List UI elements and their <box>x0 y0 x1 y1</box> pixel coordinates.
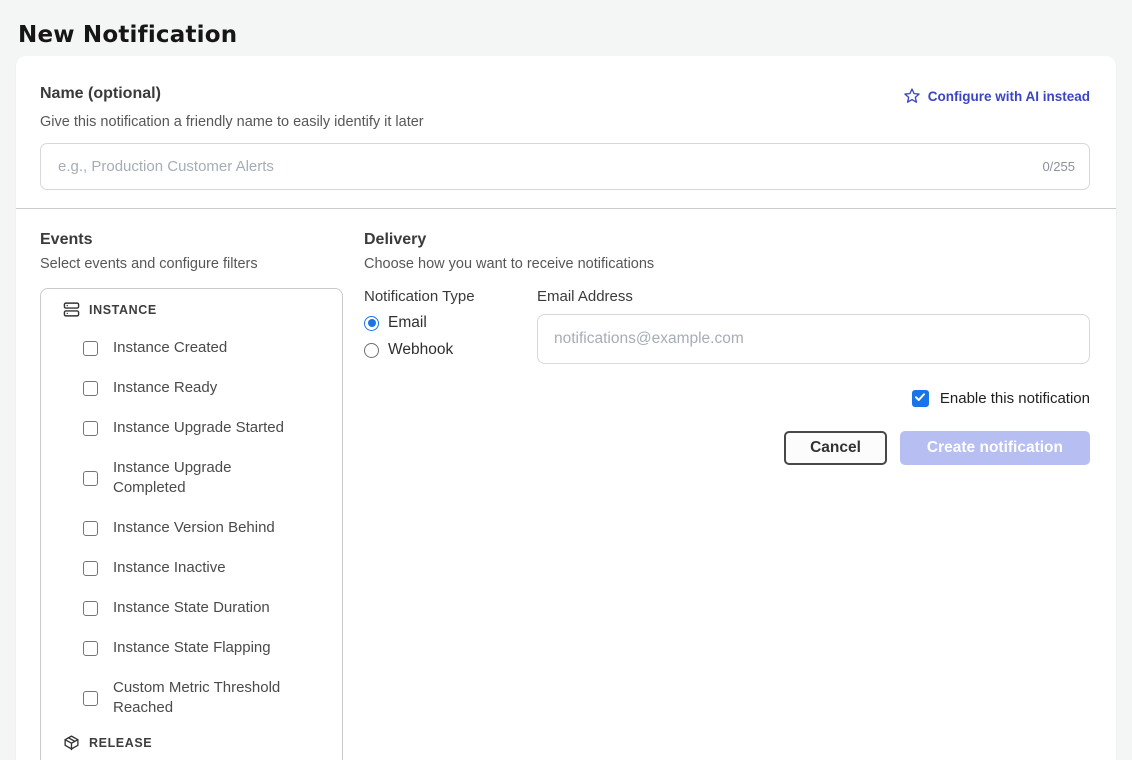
name-input-box: 0/255 <box>40 143 1090 190</box>
checkmark-icon <box>914 390 926 408</box>
event-checkbox[interactable] <box>83 381 98 396</box>
event-label: Instance Version Behind <box>113 518 298 538</box>
enable-checkbox[interactable] <box>912 390 929 407</box>
event-label: Instance Upgrade Completed <box>113 458 298 498</box>
name-section: Name (optional) Configure with AI instea… <box>16 56 1116 208</box>
event-checkbox-item[interactable]: Instance Created <box>83 338 332 358</box>
form-actions: Cancel Create notification <box>364 431 1090 465</box>
event-checkbox-item[interactable]: Instance Inactive <box>83 558 332 578</box>
delivery-section: Delivery Choose how you want to receive … <box>364 231 1090 760</box>
page-title: New Notification <box>16 0 1116 56</box>
event-label: Instance Created <box>113 338 298 358</box>
delivery-subtitle: Choose how you want to receive notificat… <box>364 256 1090 272</box>
events-title: Events <box>40 231 343 249</box>
event-checkbox-item[interactable]: Instance Version Behind <box>83 518 332 538</box>
enable-label: Enable this notification <box>940 390 1090 407</box>
radio-email[interactable] <box>364 316 379 331</box>
name-input[interactable] <box>58 158 1032 175</box>
radio-webhook[interactable] <box>364 343 379 358</box>
email-address-label: Email Address <box>537 288 1090 305</box>
delivery-title: Delivery <box>364 231 1090 249</box>
event-label: Instance State Duration <box>113 598 298 618</box>
events-subtitle: Select events and configure filters <box>40 256 343 272</box>
notification-type-group: Notification Type Email Webhook <box>364 288 537 364</box>
events-section: Events Select events and configure filte… <box>40 231 343 760</box>
events-list: INSTANCE Instance Created Instance Ready In… <box>40 288 343 760</box>
notification-type-label: Notification Type <box>364 288 537 305</box>
event-checkbox[interactable] <box>83 601 98 616</box>
event-group-label: INSTANCE <box>89 303 157 317</box>
event-checkbox-item[interactable]: Instance Ready <box>83 378 332 398</box>
star-icon <box>903 87 921 105</box>
radio-option-email[interactable]: Email <box>364 314 537 332</box>
cancel-button[interactable]: Cancel <box>784 431 887 465</box>
enable-notification-toggle[interactable]: Enable this notification <box>364 390 1090 407</box>
radio-option-webhook[interactable]: Webhook <box>364 341 537 359</box>
new-notification-card: Name (optional) Configure with AI instea… <box>16 56 1116 760</box>
event-label: Instance Ready <box>113 378 298 398</box>
server-icon <box>63 301 80 318</box>
configure-with-ai-link[interactable]: Configure with AI instead <box>903 87 1090 105</box>
radio-email-label: Email <box>388 314 427 332</box>
event-checkbox-item[interactable]: Instance Upgrade Completed <box>83 458 332 498</box>
radio-webhook-label: Webhook <box>388 341 453 359</box>
event-checkbox[interactable] <box>83 421 98 436</box>
create-notification-button[interactable]: Create notification <box>900 431 1090 465</box>
event-checkbox-item[interactable]: Custom Metric Threshold Reached <box>83 678 332 718</box>
event-group-label: RELEASE <box>89 736 152 750</box>
ai-link-label: Configure with AI instead <box>928 89 1090 104</box>
event-checkbox-item[interactable]: Instance Upgrade Started <box>83 418 332 438</box>
event-label: Instance State Flapping <box>113 638 298 658</box>
event-checkbox[interactable] <box>83 471 98 486</box>
name-section-title: Name (optional) <box>40 85 161 103</box>
event-group-header-release: RELEASE <box>51 734 332 751</box>
event-label: Custom Metric Threshold Reached <box>113 678 298 718</box>
event-label: Instance Upgrade Started <box>113 418 298 438</box>
package-icon <box>63 734 80 751</box>
event-checkbox-item[interactable]: Instance State Duration <box>83 598 332 618</box>
event-label: Instance Inactive <box>113 558 298 578</box>
char-counter: 0/255 <box>1032 159 1075 174</box>
event-checkbox[interactable] <box>83 341 98 356</box>
event-checkbox[interactable] <box>83 641 98 656</box>
event-checkbox-item[interactable]: Instance State Flapping <box>83 638 332 658</box>
email-input[interactable] <box>554 330 1073 348</box>
event-checkbox[interactable] <box>83 691 98 706</box>
page: New Notification Name (optional) Configu… <box>0 0 1132 760</box>
event-checkbox[interactable] <box>83 521 98 536</box>
name-section-subtitle: Give this notification a friendly name t… <box>40 114 1090 130</box>
email-field-group: Email Address <box>537 288 1090 364</box>
event-checkbox[interactable] <box>83 561 98 576</box>
event-group-header-instance: INSTANCE <box>51 301 332 318</box>
email-input-box <box>537 314 1090 364</box>
